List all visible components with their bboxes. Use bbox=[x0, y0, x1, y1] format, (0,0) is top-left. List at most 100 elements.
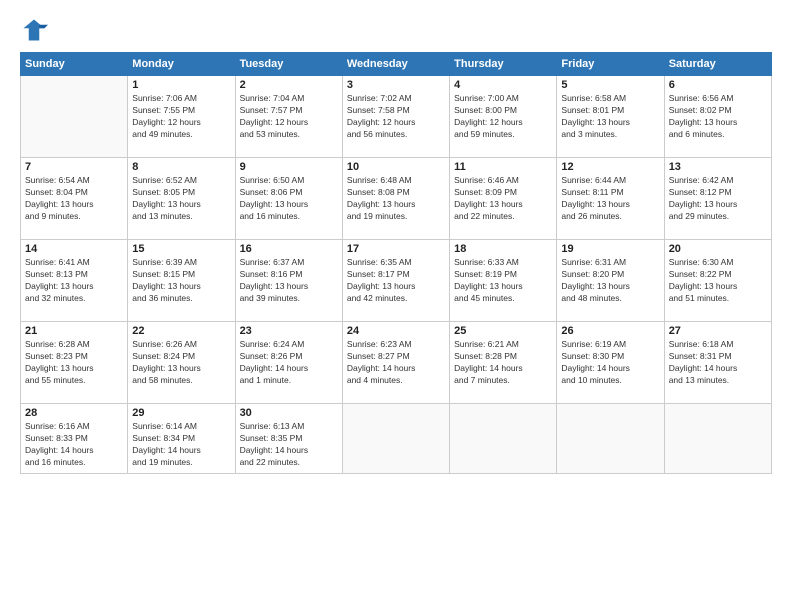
day-info: Sunrise: 7:02 AM Sunset: 7:58 PM Dayligh… bbox=[347, 93, 445, 141]
calendar-table: SundayMondayTuesdayWednesdayThursdayFrid… bbox=[20, 52, 772, 474]
day-number: 14 bbox=[25, 243, 123, 255]
day-info: Sunrise: 6:24 AM Sunset: 8:26 PM Dayligh… bbox=[240, 339, 338, 387]
calendar-week-5: 28 Sunrise: 6:16 AM Sunset: 8:33 PM Dayli… bbox=[21, 404, 772, 474]
day-info: Sunrise: 6:30 AM Sunset: 8:22 PM Dayligh… bbox=[669, 257, 767, 305]
day-number: 17 bbox=[347, 243, 445, 255]
day-number: 27 bbox=[669, 325, 767, 337]
calendar-week-2: 7Sunrise: 6:54 AM Sunset: 8:04 PM Daylig… bbox=[21, 158, 772, 240]
day-number: 2 bbox=[240, 79, 338, 91]
calendar-cell: 27Sunrise: 6:18 AM Sunset: 8:31 PM Dayli… bbox=[664, 322, 771, 404]
day-number: 1 bbox=[132, 79, 230, 91]
day-number: 15 bbox=[132, 243, 230, 255]
day-info: Sunrise: 6:26 AM Sunset: 8:24 PM Dayligh… bbox=[132, 339, 230, 387]
day-number: 28 bbox=[25, 407, 123, 419]
header bbox=[20, 16, 772, 44]
calendar-week-4: 21Sunrise: 6:28 AM Sunset: 8:23 PM Dayli… bbox=[21, 322, 772, 404]
day-info: Sunrise: 6:56 AM Sunset: 8:02 PM Dayligh… bbox=[669, 93, 767, 141]
weekday-header-wednesday: Wednesday bbox=[342, 53, 449, 76]
day-number: 5 bbox=[561, 79, 659, 91]
day-info: Sunrise: 7:06 AM Sunset: 7:55 PM Dayligh… bbox=[132, 93, 230, 141]
day-number: 9 bbox=[240, 161, 338, 173]
day-number: 30 bbox=[240, 407, 338, 419]
calendar-cell bbox=[21, 76, 128, 158]
weekday-header-tuesday: Tuesday bbox=[235, 53, 342, 76]
day-info: Sunrise: 6:28 AM Sunset: 8:23 PM Dayligh… bbox=[25, 339, 123, 387]
calendar-cell: 15 Sunrise: 6:39 AM Sunset: 8:15 PM Dayli… bbox=[128, 240, 235, 322]
calendar-cell: 16 Sunrise: 6:37 AM Sunset: 8:16 PM Dayli… bbox=[235, 240, 342, 322]
day-info: Sunrise: 6:21 AM Sunset: 8:28 PM Dayligh… bbox=[454, 339, 552, 387]
calendar-week-3: 14 Sunrise: 6:41 AM Sunset: 8:13 PM Dayli… bbox=[21, 240, 772, 322]
day-info: Sunrise: 6:41 AM Sunset: 8:13 PM Dayligh… bbox=[25, 257, 123, 305]
day-info: Sunrise: 6:42 AM Sunset: 8:12 PM Dayligh… bbox=[669, 175, 767, 223]
day-number: 4 bbox=[454, 79, 552, 91]
day-number: 6 bbox=[669, 79, 767, 91]
weekday-header-row: SundayMondayTuesdayWednesdayThursdayFrid… bbox=[21, 53, 772, 76]
calendar-cell: 17 Sunrise: 6:35 AM Sunset: 8:17 PM Dayli… bbox=[342, 240, 449, 322]
day-number: 23 bbox=[240, 325, 338, 337]
calendar-cell bbox=[557, 404, 664, 474]
calendar-cell bbox=[664, 404, 771, 474]
day-info: Sunrise: 6:33 AM Sunset: 8:19 PM Dayligh… bbox=[454, 257, 552, 305]
day-info: Sunrise: 6:58 AM Sunset: 8:01 PM Dayligh… bbox=[561, 93, 659, 141]
logo bbox=[20, 16, 52, 44]
calendar-cell: 23 Sunrise: 6:24 AM Sunset: 8:26 PM Dayli… bbox=[235, 322, 342, 404]
day-info: Sunrise: 6:35 AM Sunset: 8:17 PM Dayligh… bbox=[347, 257, 445, 305]
calendar-cell: 20 Sunrise: 6:30 AM Sunset: 8:22 PM Dayli… bbox=[664, 240, 771, 322]
day-info: Sunrise: 7:04 AM Sunset: 7:57 PM Dayligh… bbox=[240, 93, 338, 141]
weekday-header-thursday: Thursday bbox=[450, 53, 557, 76]
calendar-cell: 14 Sunrise: 6:41 AM Sunset: 8:13 PM Dayli… bbox=[21, 240, 128, 322]
calendar-cell: 25 Sunrise: 6:21 AM Sunset: 8:28 PM Dayli… bbox=[450, 322, 557, 404]
calendar-cell: 30 Sunrise: 6:13 AM Sunset: 8:35 PM Dayli… bbox=[235, 404, 342, 474]
day-info: Sunrise: 6:39 AM Sunset: 8:15 PM Dayligh… bbox=[132, 257, 230, 305]
day-info: Sunrise: 6:16 AM Sunset: 8:33 PM Dayligh… bbox=[25, 421, 123, 469]
day-info: Sunrise: 6:44 AM Sunset: 8:11 PM Dayligh… bbox=[561, 175, 659, 223]
calendar-cell: 26 Sunrise: 6:19 AM Sunset: 8:30 PM Dayli… bbox=[557, 322, 664, 404]
calendar-cell: 10 Sunrise: 6:48 AM Sunset: 8:08 PM Dayli… bbox=[342, 158, 449, 240]
day-number: 11 bbox=[454, 161, 552, 173]
calendar-cell: 28 Sunrise: 6:16 AM Sunset: 8:33 PM Dayli… bbox=[21, 404, 128, 474]
calendar-cell: 5 Sunrise: 6:58 AM Sunset: 8:01 PM Daylig… bbox=[557, 76, 664, 158]
calendar-cell bbox=[450, 404, 557, 474]
day-number: 12 bbox=[561, 161, 659, 173]
calendar-cell: 19 Sunrise: 6:31 AM Sunset: 8:20 PM Dayli… bbox=[557, 240, 664, 322]
calendar-cell: 7Sunrise: 6:54 AM Sunset: 8:04 PM Daylig… bbox=[21, 158, 128, 240]
weekday-header-monday: Monday bbox=[128, 53, 235, 76]
calendar-cell: 2 Sunrise: 7:04 AM Sunset: 7:57 PM Daylig… bbox=[235, 76, 342, 158]
day-info: Sunrise: 6:46 AM Sunset: 8:09 PM Dayligh… bbox=[454, 175, 552, 223]
day-number: 7 bbox=[25, 161, 123, 173]
day-info: Sunrise: 6:19 AM Sunset: 8:30 PM Dayligh… bbox=[561, 339, 659, 387]
calendar-cell: 12 Sunrise: 6:44 AM Sunset: 8:11 PM Dayli… bbox=[557, 158, 664, 240]
calendar-cell: 6 Sunrise: 6:56 AM Sunset: 8:02 PM Daylig… bbox=[664, 76, 771, 158]
calendar-cell: 24Sunrise: 6:23 AM Sunset: 8:27 PM Dayli… bbox=[342, 322, 449, 404]
weekday-header-sunday: Sunday bbox=[21, 53, 128, 76]
day-info: Sunrise: 6:14 AM Sunset: 8:34 PM Dayligh… bbox=[132, 421, 230, 469]
day-number: 20 bbox=[669, 243, 767, 255]
calendar-cell bbox=[342, 404, 449, 474]
day-info: Sunrise: 6:52 AM Sunset: 8:05 PM Dayligh… bbox=[132, 175, 230, 223]
calendar-cell: 13 Sunrise: 6:42 AM Sunset: 8:12 PM Dayli… bbox=[664, 158, 771, 240]
logo-icon bbox=[20, 16, 48, 44]
day-info: Sunrise: 6:31 AM Sunset: 8:20 PM Dayligh… bbox=[561, 257, 659, 305]
day-number: 8 bbox=[132, 161, 230, 173]
day-number: 10 bbox=[347, 161, 445, 173]
day-number: 29 bbox=[132, 407, 230, 419]
calendar-cell: 18 Sunrise: 6:33 AM Sunset: 8:19 PM Dayli… bbox=[450, 240, 557, 322]
day-number: 26 bbox=[561, 325, 659, 337]
day-info: Sunrise: 6:37 AM Sunset: 8:16 PM Dayligh… bbox=[240, 257, 338, 305]
day-info: Sunrise: 6:48 AM Sunset: 8:08 PM Dayligh… bbox=[347, 175, 445, 223]
day-info: Sunrise: 6:13 AM Sunset: 8:35 PM Dayligh… bbox=[240, 421, 338, 469]
day-number: 22 bbox=[132, 325, 230, 337]
calendar-cell: 22 Sunrise: 6:26 AM Sunset: 8:24 PM Dayli… bbox=[128, 322, 235, 404]
weekday-header-friday: Friday bbox=[557, 53, 664, 76]
day-number: 25 bbox=[454, 325, 552, 337]
day-info: Sunrise: 7:00 AM Sunset: 8:00 PM Dayligh… bbox=[454, 93, 552, 141]
calendar-cell: 21Sunrise: 6:28 AM Sunset: 8:23 PM Dayli… bbox=[21, 322, 128, 404]
day-number: 19 bbox=[561, 243, 659, 255]
calendar-cell: 9Sunrise: 6:50 AM Sunset: 8:06 PM Daylig… bbox=[235, 158, 342, 240]
day-number: 16 bbox=[240, 243, 338, 255]
calendar-cell: 8 Sunrise: 6:52 AM Sunset: 8:05 PM Daylig… bbox=[128, 158, 235, 240]
calendar-cell: 29 Sunrise: 6:14 AM Sunset: 8:34 PM Dayli… bbox=[128, 404, 235, 474]
calendar-cell: 3Sunrise: 7:02 AM Sunset: 7:58 PM Daylig… bbox=[342, 76, 449, 158]
day-number: 13 bbox=[669, 161, 767, 173]
day-number: 18 bbox=[454, 243, 552, 255]
